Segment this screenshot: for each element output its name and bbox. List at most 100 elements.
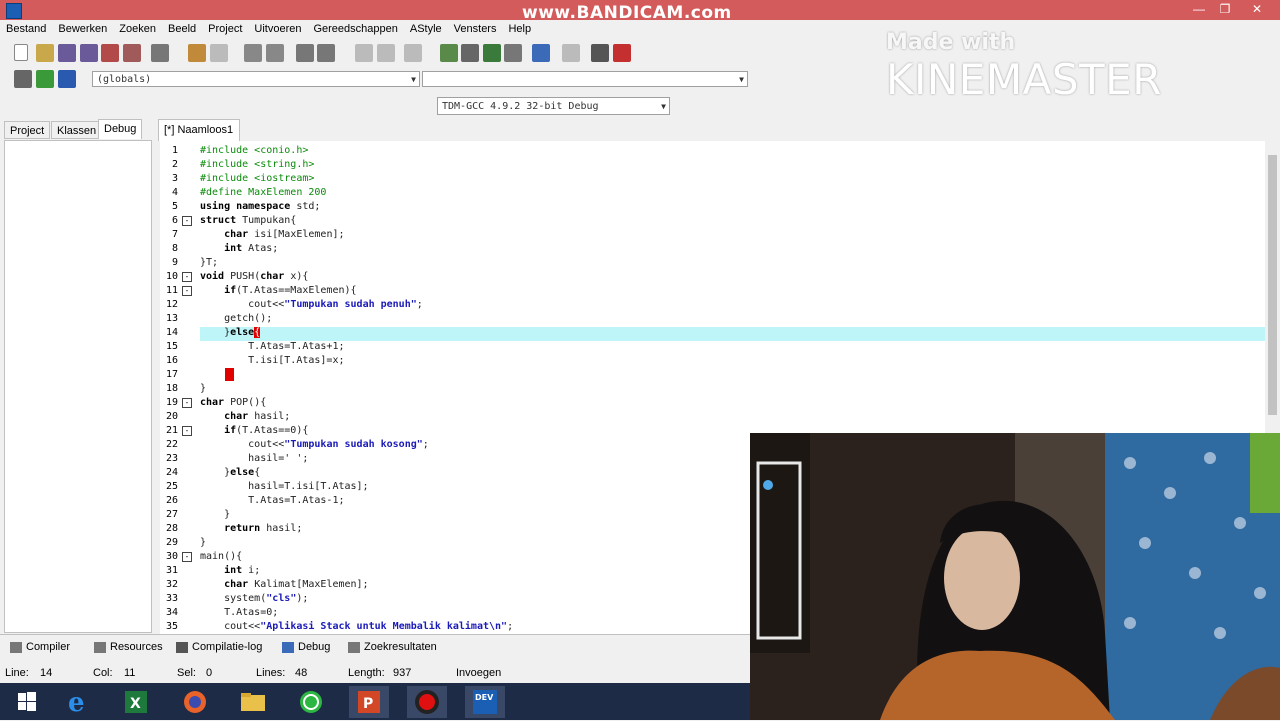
devcpp-taskbar-icon[interactable]: DEV	[465, 686, 505, 718]
code-line: int Atas;	[200, 243, 279, 254]
start-windows-icon[interactable]	[6, 686, 46, 718]
menu-uitvoeren[interactable]: Uitvoeren	[248, 20, 307, 38]
close-all-icon[interactable]	[123, 44, 141, 62]
stop-icon[interactable]	[562, 44, 580, 62]
code-line: T.Atas=T.Atas-1;	[200, 495, 345, 506]
fold-collapse-icon[interactable]: -	[182, 398, 192, 408]
line-number: 30	[165, 551, 178, 562]
chart-icon[interactable]	[591, 44, 609, 62]
minimize-button[interactable]: —	[1186, 1, 1212, 18]
menu-bewerken[interactable]: Bewerken	[52, 20, 113, 38]
debug-icon[interactable]	[613, 44, 631, 62]
tab-debug[interactable]: Debug	[98, 119, 143, 139]
menu-gereedschappen[interactable]: Gereedschappen	[307, 20, 403, 38]
print-icon[interactable]	[151, 44, 169, 62]
svg-text:DEV: DEV	[475, 693, 494, 702]
menu-bestand[interactable]: Bestand	[0, 20, 52, 38]
code-line: using namespace std;	[200, 201, 321, 212]
indent-icon[interactable]	[296, 44, 314, 62]
code-line: char POP(){	[200, 397, 267, 408]
replace-icon[interactable]	[266, 44, 284, 62]
tab-compiler[interactable]: Compiler	[10, 637, 70, 657]
grid-icon[interactable]	[504, 44, 522, 62]
powerpoint-icon[interactable]: P	[349, 686, 389, 718]
compile-icon[interactable]	[483, 44, 501, 62]
excel-icon[interactable]: X	[116, 686, 156, 718]
whatsapp-icon[interactable]	[291, 686, 331, 718]
menu-zoeken[interactable]: Zoeken	[113, 20, 162, 38]
line-number: 21	[165, 425, 178, 436]
save-icon[interactable]	[58, 44, 76, 62]
tab-compilatie-log[interactable]: Compilatie-log	[176, 637, 262, 657]
close-button[interactable]: ✕	[1244, 1, 1270, 18]
find-icon[interactable]	[244, 44, 262, 62]
menu-help[interactable]: Help	[502, 20, 537, 38]
status-line-label: Line:	[5, 667, 29, 679]
fold-collapse-icon[interactable]: -	[182, 216, 192, 226]
internet-explorer-icon[interactable]: e	[58, 686, 98, 718]
tab-resources[interactable]: Resources	[94, 637, 163, 657]
project-icon[interactable]	[440, 44, 458, 62]
redo-icon[interactable]	[210, 44, 228, 62]
status-col: 11	[124, 667, 136, 679]
fold-collapse-icon[interactable]: -	[182, 552, 192, 562]
compiler-select-value: TDM-GCC 4.9.2 32-bit Debug	[442, 101, 599, 112]
menu-project[interactable]: Project	[202, 20, 248, 38]
line-number: 34	[165, 607, 178, 618]
close-file-icon[interactable]	[101, 44, 119, 62]
window-icon[interactable]	[461, 44, 479, 62]
code-line: hasil=' ';	[200, 453, 309, 464]
fold-collapse-icon[interactable]: -	[182, 426, 192, 436]
code-line: return hasil;	[200, 523, 303, 534]
compiler-select[interactable]: TDM-GCC 4.9.2 32-bit Debug ▼	[437, 97, 670, 115]
brace-match: {	[254, 327, 261, 338]
tab-zoekresultaten[interactable]: Zoekresultaten	[348, 637, 437, 657]
status-col-label: Col:	[93, 667, 113, 679]
status-sel-label: Sel:	[177, 667, 196, 679]
goto-declaration-icon[interactable]	[36, 70, 54, 88]
editor-scrollbar-thumb[interactable]	[1268, 155, 1277, 415]
status-length: 937	[393, 667, 412, 679]
goto-forward-icon[interactable]	[377, 44, 395, 62]
tab-debug-bottom[interactable]: Debug	[282, 637, 330, 657]
tab-naamloos1[interactable]: [*] Naamloos1	[158, 119, 240, 141]
code-line: cout<<"Aplikasi Stack untuk Membalik kal…	[200, 621, 514, 632]
goto-back-icon[interactable]	[355, 44, 373, 62]
tab-project[interactable]: Project	[4, 121, 51, 139]
maximize-button[interactable]: ❐	[1212, 1, 1238, 18]
kinemaster-name: KINEMASTER	[886, 55, 1162, 104]
goto-definition-icon[interactable]	[58, 70, 76, 88]
tab-klassen[interactable]: Klassen	[51, 121, 103, 139]
globals-select-value: (globals)	[97, 74, 152, 85]
globals-select[interactable]: (globals) ▼	[92, 71, 420, 87]
new-file-icon[interactable]	[14, 44, 28, 61]
fold-collapse-icon[interactable]: -	[182, 286, 192, 296]
unindent-icon[interactable]	[317, 44, 335, 62]
code-line: struct Tumpukan{	[200, 215, 297, 226]
line-number-gutter: 1 2 3 4 5 6 7 8 9 10 11 12 13 14 15 16 1…	[160, 144, 182, 634]
fold-collapse-icon[interactable]: -	[182, 272, 192, 282]
menu-astyle[interactable]: AStyle	[404, 20, 448, 38]
code-line: char isi[MaxElemen];	[200, 229, 345, 240]
check-icon[interactable]	[532, 44, 550, 62]
line-number: 7	[171, 229, 178, 240]
code-line: cout<<"Tumpukan sudah kosong";	[200, 439, 429, 450]
undo-icon[interactable]	[188, 44, 206, 62]
line-number: 29	[165, 537, 178, 548]
line-number: 8	[171, 243, 178, 254]
class-browser-icon[interactable]	[14, 70, 32, 88]
open-file-icon[interactable]	[36, 44, 54, 62]
menu-vensters[interactable]: Vensters	[448, 20, 503, 38]
code-area[interactable]: #include <conio.h> #include <string.h> #…	[200, 144, 760, 633]
chart-icon	[176, 641, 188, 653]
line-number: 2	[171, 159, 178, 170]
members-select[interactable]: ▼	[422, 71, 748, 87]
menu-beeld[interactable]: Beeld	[162, 20, 202, 38]
bookmark-icon[interactable]	[404, 44, 422, 62]
line-number: 12	[165, 299, 178, 310]
firefox-icon[interactable]	[175, 686, 215, 718]
line-number: 35	[165, 621, 178, 632]
file-explorer-icon[interactable]	[233, 686, 273, 718]
record-icon[interactable]	[407, 686, 447, 718]
save-all-icon[interactable]	[80, 44, 98, 62]
